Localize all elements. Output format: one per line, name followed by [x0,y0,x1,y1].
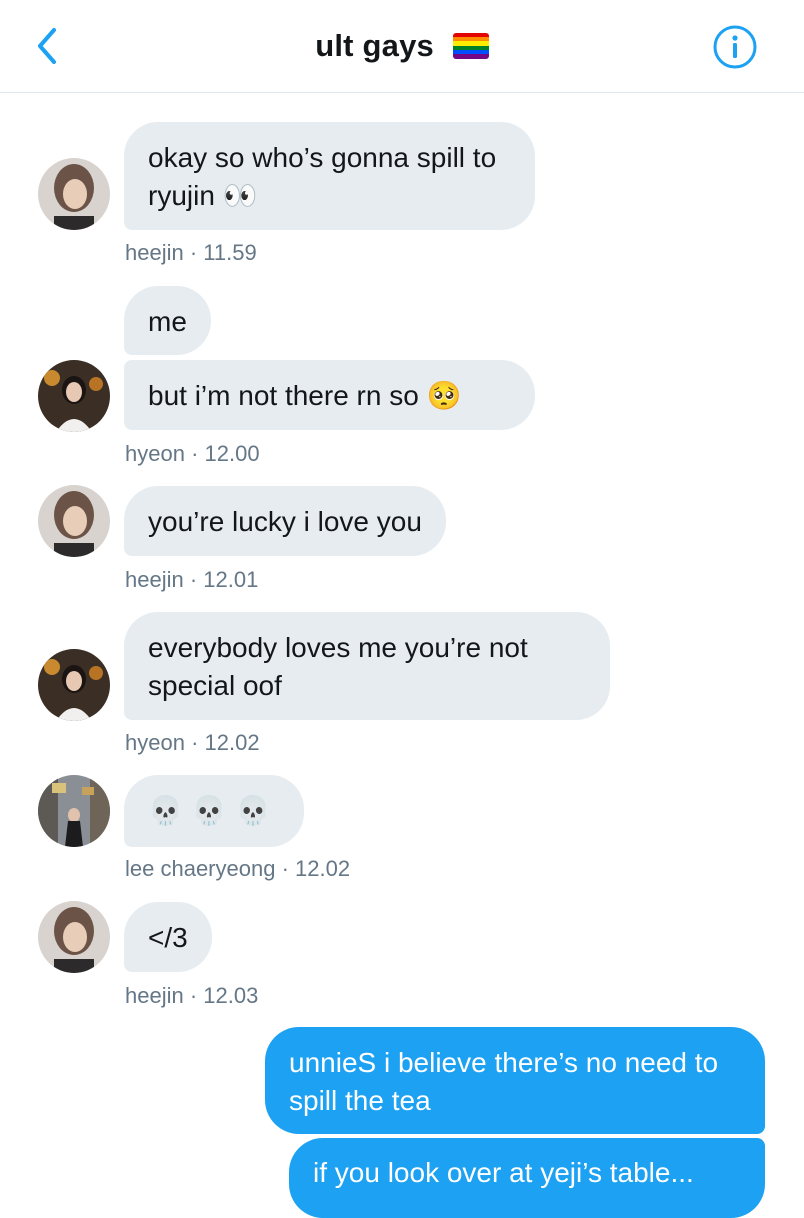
message-meta: hyeon · 12.00 [125,441,260,467]
message-meta: heejin · 11.59 [125,240,257,266]
pleading-face-emoji: 🥺 [426,379,462,412]
meta-separator: · [191,441,199,466]
avatar-chaeryeong [38,775,110,847]
message-bubble[interactable]: </3 [124,902,212,972]
message-meta: hyeon · 12.02 [125,730,260,756]
meta-separator: · [281,856,289,881]
message-text: you’re lucky i love you [148,506,422,537]
avatar-hyeon [38,360,110,432]
conversation-header: ult gays [0,0,804,93]
message-meta: lee chaeryeong · 12.02 [125,856,350,882]
message-bubble[interactable]: but i’m not there rn so 🥺 [124,360,535,430]
message-meta: heejin · 12.03 [125,983,258,1009]
message-time: 12.00 [204,441,260,466]
message-time: 12.03 [203,983,259,1008]
meta-separator: · [189,240,198,265]
skull-emoji: 💀 💀 💀 [148,794,271,827]
info-button[interactable] [712,24,758,70]
eyes-emoji: 👀 [222,179,258,212]
avatar[interactable] [38,775,110,847]
avatar[interactable] [38,158,110,230]
info-icon [713,25,757,69]
avatar[interactable] [38,485,110,557]
meta-separator: · [191,730,199,755]
message-time: 11.59 [203,240,257,265]
conversation-title-text: ult gays [315,27,434,63]
message-bubble[interactable]: 💀 💀 💀 [124,775,304,847]
avatar-heejin [38,485,110,557]
avatar[interactable] [38,360,110,432]
sender-name: heejin [125,983,184,1008]
message-time: 12.02 [295,856,351,881]
my-message-bubble[interactable]: unnieS i believe there’s no need to spil… [265,1027,765,1134]
avatar[interactable] [38,649,110,721]
sender-name: hyeon [125,441,185,466]
message-text: okay so who’s gonna spill to ryujin [148,142,497,211]
rainbow-flag-icon [452,32,489,59]
message-text: unnieS i believe there’s no need to spil… [289,1047,719,1116]
sender-name: lee chaeryeong [125,856,276,881]
avatar-heejin [38,901,110,973]
message-text: but i’m not there rn so [148,380,419,411]
message-time: 12.02 [204,730,260,755]
message-bubble[interactable]: okay so who’s gonna spill to ryujin 👀 [124,122,535,230]
message-text: if you look over at yeji’s table... [313,1157,694,1188]
avatar-hyeon [38,649,110,721]
message-text: me [148,306,187,337]
sender-name: heejin [125,567,184,592]
avatar[interactable] [38,901,110,973]
sender-name: heejin [125,240,184,265]
message-bubble[interactable]: everybody loves me you’re not special oo… [124,612,610,720]
conversation-title[interactable]: ult gays [0,26,804,64]
message-bubble[interactable]: me [124,286,211,355]
message-text: </3 [148,922,188,953]
message-text: everybody loves me you’re not special oo… [148,632,528,701]
my-message-bubble[interactable]: if you look over at yeji’s table... [289,1138,765,1218]
message-meta: heejin · 12.01 [125,567,258,593]
meta-separator: · [189,567,198,592]
message-time: 12.01 [203,567,259,592]
meta-separator: · [189,983,198,1008]
message-bubble[interactable]: you’re lucky i love you [124,486,446,556]
sender-name: hyeon [125,730,185,755]
avatar-heejin [38,158,110,230]
